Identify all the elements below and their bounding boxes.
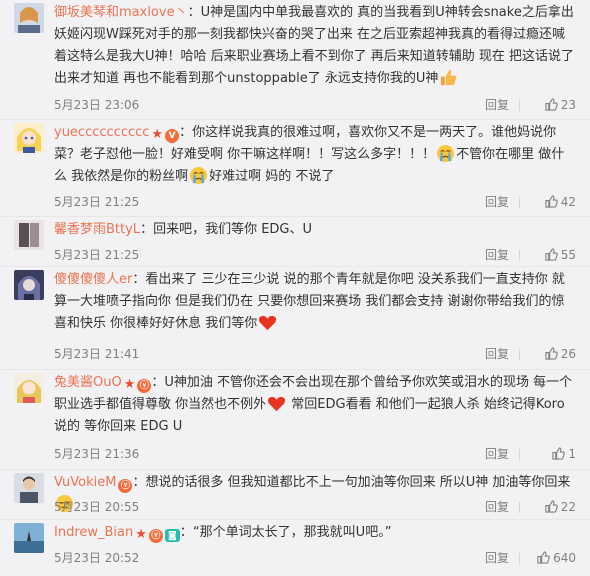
reply-button[interactable]: 回复 <box>485 548 509 568</box>
thumbs-up-emoji-icon <box>439 68 458 87</box>
divider <box>519 449 520 460</box>
comment-time: 5月23日 20:52 <box>54 551 140 565</box>
comment-body: 想说的话很多 但我知道都比不上一句加油等你回来 所以U神 加油等你回来 <box>145 475 571 490</box>
reply-button[interactable]: 回复 <box>485 192 509 212</box>
comment-text: 馨香梦雨BttyL：回来吧，我们等你 EDG、U <box>54 222 313 237</box>
thumbs-up-icon <box>537 551 550 564</box>
like-count: 23 <box>560 98 576 112</box>
divider <box>519 349 520 360</box>
like-count: 22 <box>560 500 576 514</box>
divider <box>519 197 520 208</box>
like-count: 42 <box>560 195 576 209</box>
comment-item: VuVokieM ⓥ ：想说的话很多 但我知道都比不上一句加油等你回来 所以U神 加… <box>0 470 590 520</box>
comment-body: 回来吧，我们等你 EDG、U <box>153 222 313 237</box>
vip-badge-icon: ⓥ <box>118 479 133 493</box>
crying-emoji-icon <box>189 166 208 185</box>
comment-meta: 5月23日 20:52 回复 640 <box>54 548 576 568</box>
reply-button[interactable]: 回复 <box>485 444 509 464</box>
avatar[interactable] <box>14 473 44 503</box>
comment-author[interactable]: 傻傻傻傻人er <box>54 272 132 287</box>
reply-button[interactable]: 回复 <box>485 245 509 265</box>
like-count: 640 <box>553 551 576 565</box>
heart-emoji-icon <box>267 394 286 413</box>
comment-text: Indrew_Bian ★ ⓥ ◙ ：“那个单词太长了，那我就叫U吧。” <box>54 525 392 543</box>
like-button[interactable]: 55 <box>528 245 576 265</box>
like-button[interactable]: 26 <box>528 344 576 364</box>
divider <box>519 250 520 261</box>
camera-badge-icon: ◙ <box>164 529 180 542</box>
like-button[interactable]: 640 <box>528 548 576 568</box>
vip-badge-icon: V <box>165 129 180 143</box>
avatar[interactable] <box>14 123 44 153</box>
divider <box>519 100 520 111</box>
comment-author[interactable]: 兔美酱OuO <box>54 375 122 390</box>
comment-item: Indrew_Bian ★ ⓥ ◙ ：“那个单词太长了，那我就叫U吧。” 5月23日 2… <box>0 520 590 576</box>
heart-emoji-icon <box>258 313 277 332</box>
comment-item: 傻傻傻傻人er：看出来了 三少在三少说 说的那个青年就是你吧 没关系我们一直支持… <box>0 267 590 370</box>
comment-item: yuecccccccccc ★ V ：你这样说我真的很难过啊，喜欢你又不是一两天了。谁… <box>0 120 590 217</box>
comment-time: 5月23日 21:41 <box>54 347 140 361</box>
like-count: 1 <box>568 447 576 461</box>
thumbs-up-icon <box>545 248 558 261</box>
comment-author[interactable]: Indrew_Bian <box>54 525 133 540</box>
comment-meta: 5月23日 21:36 回复 1 <box>54 444 576 464</box>
comment-time: 5月23日 21:25 <box>54 248 140 262</box>
reply-button[interactable]: 回复 <box>485 95 509 115</box>
comment-item: 兔美酱OuO ★ ⓥ ：U神加油 不管你还会不会出现在那个曾给予你欢笑或泪水的现场 每… <box>0 370 590 470</box>
comment-body: 好难过啊 妈的 不说了 <box>209 169 335 184</box>
star-badge-icon: ★ <box>151 127 164 142</box>
like-button[interactable]: 42 <box>528 192 576 212</box>
crying-emoji-icon <box>436 144 455 163</box>
vip-badge-icon: ⓥ <box>137 379 152 393</box>
comment-time: 5月23日 20:55 <box>54 500 140 514</box>
avatar[interactable] <box>14 373 44 403</box>
thumbs-up-icon <box>545 98 558 111</box>
comment-feed: 御坂美琴和maxlove丶：U神是国内中单我最喜欢的 真的当我看到U神转会sna… <box>0 0 590 576</box>
comment-meta: 5月23日 23:06 回复 23 <box>54 95 576 115</box>
reply-button[interactable]: 回复 <box>485 497 509 517</box>
comment-meta: 5月23日 21:25 回复 42 <box>54 192 576 212</box>
thumbs-up-icon <box>552 447 566 460</box>
avatar[interactable] <box>14 270 44 300</box>
comment-author[interactable]: VuVokieM <box>54 475 116 490</box>
comment-meta: 5月23日 21:25 回复 55 <box>54 245 576 265</box>
like-button[interactable]: 23 <box>528 95 576 115</box>
divider <box>519 502 520 513</box>
comment-item: 馨香梦雨BttyL：回来吧，我们等你 EDG、U 5月23日 21:25 回复 … <box>0 217 590 267</box>
avatar[interactable] <box>14 523 44 553</box>
like-count: 55 <box>560 248 576 262</box>
star-badge-icon: ★ <box>123 377 136 392</box>
comment-item: 御坂美琴和maxlove丶：U神是国内中单我最喜欢的 真的当我看到U神转会sna… <box>0 0 590 120</box>
like-button[interactable]: 1 <box>528 444 576 464</box>
comment-meta: 5月23日 21:41 回复 26 <box>54 344 576 364</box>
thumbs-up-icon <box>545 500 558 513</box>
comment-text: 御坂美琴和maxlove丶：U神是国内中单我最喜欢的 真的当我看到U神转会sna… <box>54 5 575 87</box>
avatar[interactable] <box>14 220 44 250</box>
comment-author[interactable]: 御坂美琴和maxlove丶 <box>54 5 188 20</box>
comment-author[interactable]: 馨香梦雨BttyL <box>54 222 140 237</box>
like-count: 26 <box>560 347 576 361</box>
comment-author[interactable]: yuecccccccccc <box>54 125 149 140</box>
avatar[interactable] <box>14 3 44 33</box>
comment-time: 5月23日 21:25 <box>54 195 140 209</box>
comment-time: 5月23日 23:06 <box>54 98 140 112</box>
star-badge-icon: ★ <box>135 527 147 542</box>
comment-meta: 5月23日 20:55 回复 22 <box>54 497 576 517</box>
comment-time: 5月23日 21:36 <box>54 447 140 461</box>
thumbs-up-icon <box>545 347 558 360</box>
divider <box>519 553 520 564</box>
thumbs-up-icon <box>545 195 558 208</box>
comment-text: 傻傻傻傻人er：看出来了 三少在三少说 说的那个青年就是你吧 没关系我们一直支持… <box>54 272 565 332</box>
reply-button[interactable]: 回复 <box>485 344 509 364</box>
comment-text: 兔美酱OuO ★ ⓥ ：U神加油 不管你还会不会出现在那个曾给予你欢笑或泪水的现场 每… <box>54 375 573 434</box>
vip-badge-icon: ⓥ <box>148 529 163 543</box>
like-button[interactable]: 22 <box>528 497 576 517</box>
comment-text: yuecccccccccc ★ V ：你这样说我真的很难过啊，喜欢你又不是一两天了。谁… <box>54 125 565 185</box>
comment-body: “那个单词太长了，那我就叫U吧。” <box>192 525 392 540</box>
